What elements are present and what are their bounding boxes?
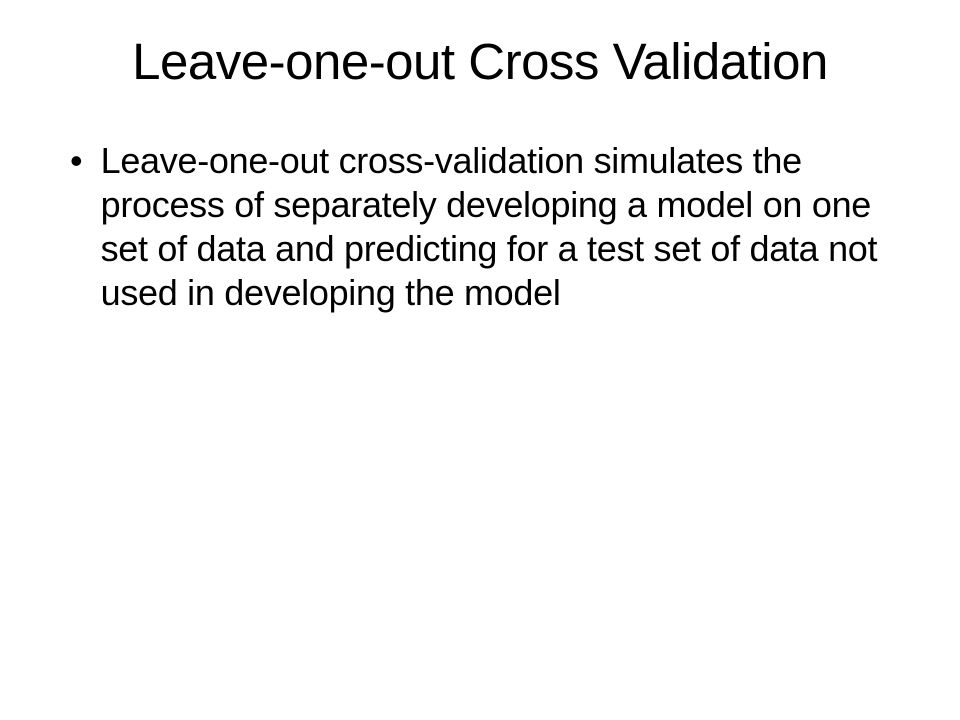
slide-content: • Leave-one-out cross-validation simulat… [40, 139, 920, 315]
bullet-text: Leave-one-out cross-validation simulates… [101, 139, 920, 315]
slide-title: Leave-one-out Cross Validation [40, 32, 920, 91]
bullet-item: • Leave-one-out cross-validation simulat… [70, 139, 920, 315]
bullet-marker-icon: • [70, 139, 83, 183]
slide-container: Leave-one-out Cross Validation • Leave-o… [0, 0, 960, 720]
